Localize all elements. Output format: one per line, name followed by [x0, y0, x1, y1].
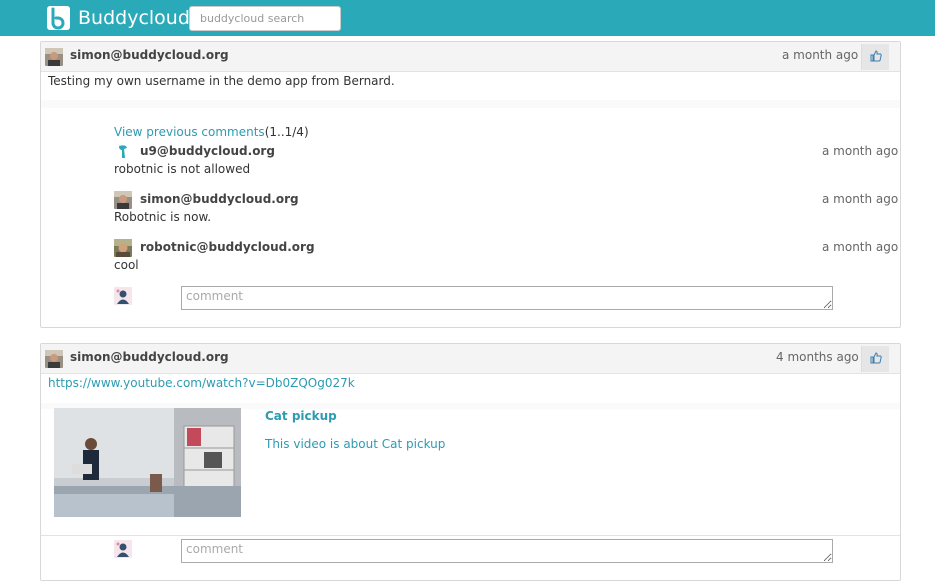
- thumbs-up-icon: [870, 49, 882, 65]
- comment-time: a month ago: [822, 144, 899, 158]
- top-bar: Buddycloud: [0, 0, 935, 36]
- divider: [41, 535, 900, 536]
- current-user-avatar: [114, 287, 132, 305]
- like-button[interactable]: [861, 44, 889, 70]
- buddycloud-logo-icon[interactable]: [47, 6, 70, 30]
- post-header: simon@buddycloud.org a month ago: [41, 42, 900, 72]
- post-card: simon@buddycloud.org 4 months ago https:…: [40, 343, 901, 581]
- avatar[interactable]: [45, 48, 63, 66]
- post-author[interactable]: simon@buddycloud.org: [70, 48, 229, 62]
- comment-input[interactable]: [181, 539, 833, 563]
- thumbs-up-icon: [870, 351, 882, 367]
- avatar[interactable]: [45, 350, 63, 368]
- like-button[interactable]: [861, 346, 889, 372]
- comment-author[interactable]: robotnic@buddycloud.org: [140, 240, 315, 254]
- comment-time: a month ago: [822, 192, 899, 206]
- comment-text: cool: [114, 258, 139, 272]
- current-user-avatar: [114, 540, 132, 558]
- post-header: simon@buddycloud.org 4 months ago: [41, 344, 900, 374]
- comment-time: a month ago: [822, 240, 899, 254]
- post-time: 4 months ago: [776, 350, 859, 364]
- video-title[interactable]: Cat pickup: [265, 409, 337, 423]
- comment-author[interactable]: u9@buddycloud.org: [140, 144, 275, 158]
- post-time: a month ago: [782, 48, 859, 62]
- post-text: Testing my own username in the demo app …: [48, 74, 395, 88]
- avatar[interactable]: [114, 143, 132, 161]
- post-card: simon@buddycloud.org a month ago Testing…: [40, 41, 901, 328]
- avatar[interactable]: [114, 191, 132, 209]
- search-input[interactable]: [189, 6, 341, 31]
- post-author[interactable]: simon@buddycloud.org: [70, 350, 229, 364]
- view-previous-comments[interactable]: View previous comments(1..1/4): [114, 125, 309, 139]
- post-link[interactable]: https://www.youtube.com/watch?v=Db0ZQOg0…: [48, 376, 355, 390]
- comment-text: robotnic is not allowed: [114, 162, 251, 176]
- comment-author[interactable]: simon@buddycloud.org: [140, 192, 299, 206]
- avatar[interactable]: [114, 239, 132, 257]
- view-previous-link[interactable]: View previous comments: [114, 125, 265, 139]
- comments-count: (1..1/4): [264, 125, 309, 139]
- comment-input[interactable]: [181, 286, 833, 310]
- video-description: This video is about Cat pickup: [265, 437, 446, 451]
- video-thumbnail[interactable]: [54, 408, 241, 517]
- divider: [41, 100, 900, 108]
- app-title[interactable]: Buddycloud: [78, 5, 190, 31]
- comment-text: Robotnic is now.: [114, 210, 212, 224]
